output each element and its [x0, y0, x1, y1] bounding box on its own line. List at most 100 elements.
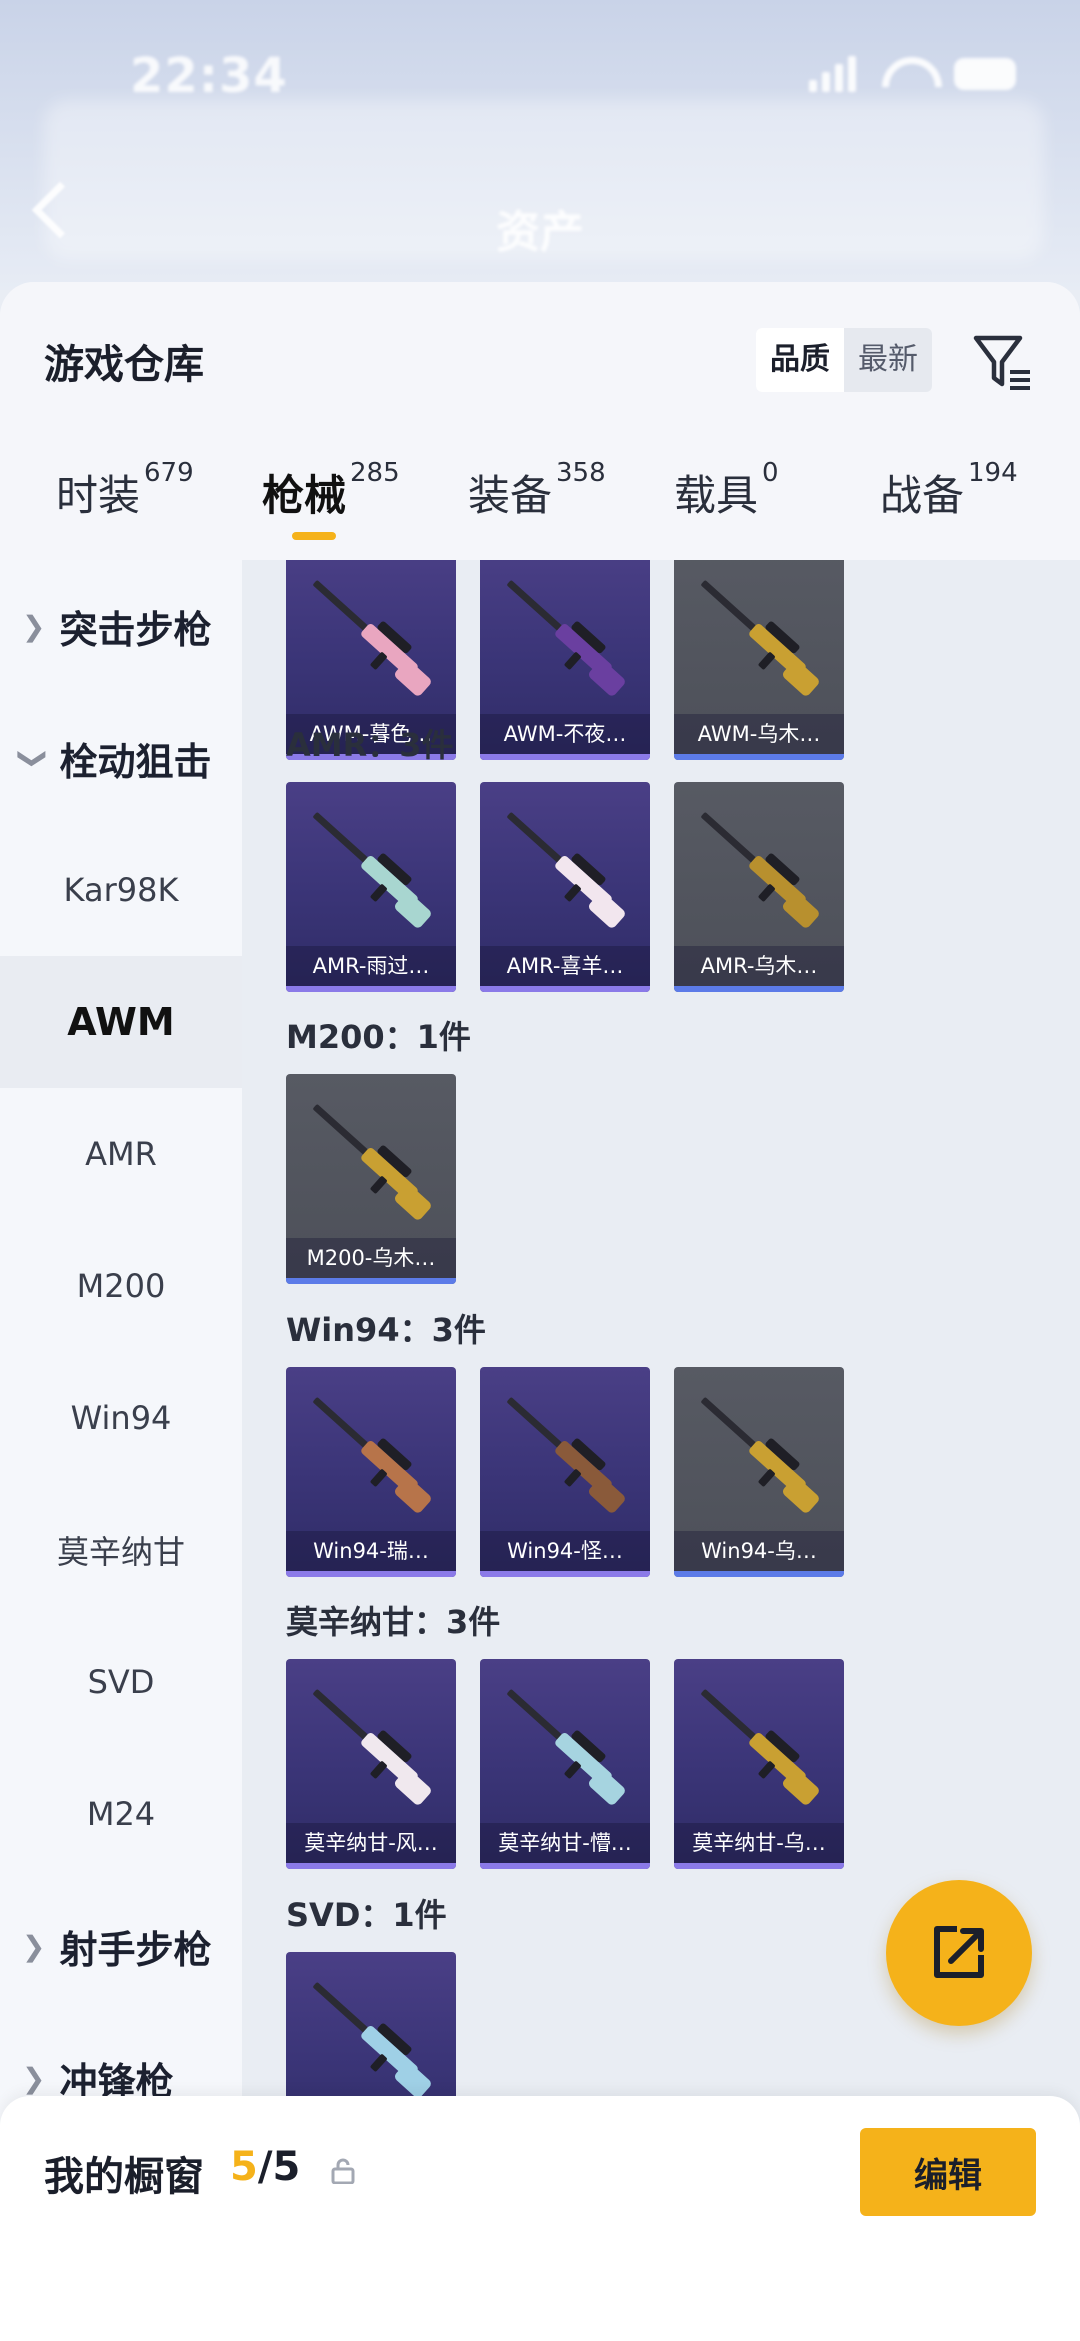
rifle-icon: [507, 812, 625, 928]
sidebar-item-m200[interactable]: M200: [0, 1220, 242, 1352]
sidebar-group-marksman-rifle[interactable]: ❯ 射手步枪: [0, 1880, 242, 2012]
rifle-icon: [701, 580, 819, 696]
weapon-name: AMR-喜羊…: [480, 946, 650, 986]
sheet-header: 游戏仓库 品质 最新 时装 679 枪械 285 装备 358 载具 0 战备 …: [0, 282, 1080, 562]
weapon-name: 莫辛纳甘-懵…: [480, 1823, 650, 1863]
weapon-card[interactable]: Win94-乌…: [674, 1367, 844, 1577]
active-tab-indicator: [292, 532, 336, 540]
tab-count: 679: [144, 458, 194, 488]
share-button[interactable]: [886, 1880, 1032, 2026]
chevron-right-icon: ❯: [22, 609, 46, 643]
weapon-name: AMR-乌木…: [674, 946, 844, 986]
showcase-bar: 我的橱窗 5/5 编辑: [0, 2096, 1080, 2341]
share-icon: [934, 1926, 984, 1978]
weapon-name: Win94-瑞…: [286, 1531, 456, 1571]
tab-supplies[interactable]: 战备 194: [880, 458, 1018, 558]
weapon-name: AMR-雨过…: [286, 946, 456, 986]
sidebar-item-label: 突击步枪: [59, 607, 212, 652]
rifle-icon: [701, 1689, 819, 1805]
rifle-icon: [507, 1689, 625, 1805]
sidebar-item-amr[interactable]: AMR: [0, 1088, 242, 1220]
rarity-bar: [480, 1863, 650, 1869]
sort-newest-option[interactable]: 最新: [844, 328, 932, 392]
rifle-icon: [313, 1104, 431, 1220]
chevron-down-icon: ❯: [17, 746, 51, 770]
sidebar-item-awm[interactable]: AWM: [0, 956, 242, 1088]
sidebar-item-mosin[interactable]: 莫辛纳甘: [0, 1484, 242, 1616]
rarity-bar: [286, 1863, 456, 1869]
rifle-icon: [507, 1397, 625, 1513]
weapon-card[interactable]: AMR-雨过…: [286, 782, 456, 992]
weapon-name: 莫辛纳甘-风…: [286, 1823, 456, 1863]
showcase-title: 我的橱窗: [44, 2154, 204, 2200]
warehouse-sheet: 游戏仓库 品质 最新 时装 679 枪械 285 装备 358 载具 0 战备 …: [0, 282, 1080, 2341]
app-header-background: 22:34 资产: [0, 0, 1080, 290]
tab-label: 载具: [674, 471, 759, 520]
tab-count: 358: [556, 458, 606, 488]
sidebar-item-svd[interactable]: SVD: [0, 1616, 242, 1748]
weapon-name: Win94-乌…: [674, 1531, 844, 1571]
showcase-current: 5: [230, 2144, 258, 2190]
tab-equipment[interactable]: 装备 358: [468, 458, 606, 558]
filter-icon[interactable]: [970, 330, 1034, 394]
weapon-name: M200-乌木…: [286, 1238, 456, 1278]
sidebar-item-m24[interactable]: M24: [0, 1748, 242, 1880]
tab-vehicles[interactable]: 载具 0: [674, 458, 779, 558]
rarity-bar: [674, 1571, 844, 1577]
weapon-card[interactable]: Win94-瑞…: [286, 1367, 456, 1577]
sidebar-item-label: 射手步枪: [59, 1927, 212, 1972]
weapon-name: AWM-乌木…: [674, 714, 844, 754]
weapon-card[interactable]: AWM-乌木…: [674, 560, 844, 760]
tab-firearms[interactable]: 枪械 285: [262, 458, 400, 558]
signal-icon: [809, 56, 856, 92]
weapon-name: Win94-怪…: [480, 1531, 650, 1571]
rifle-icon: [507, 580, 625, 696]
sidebar-item-kar98k[interactable]: Kar98K: [0, 824, 242, 956]
weapon-grid: AWM-暮色… AWM-不夜… AWM-乌木… AMR：3件 AMR-雨过… AMR-喜羊…: [242, 560, 1080, 2341]
weapon-card[interactable]: AMR-乌木…: [674, 782, 844, 992]
rarity-bar: [674, 986, 844, 992]
sidebar-item-label: 栓动狙击: [59, 739, 212, 784]
wifi-icon: [882, 57, 928, 91]
status-time: 22:34: [130, 48, 288, 104]
rarity-bar: [286, 1571, 456, 1577]
chevron-right-icon: ❯: [22, 1929, 46, 1963]
weapon-card[interactable]: Win94-怪…: [480, 1367, 650, 1577]
edit-button[interactable]: 编辑: [860, 2128, 1036, 2216]
sidebar-group-assault-rifle[interactable]: ❯ 突击步枪: [0, 560, 242, 692]
sort-quality-option[interactable]: 品质: [756, 328, 844, 392]
tab-label: 枪械: [262, 471, 347, 520]
rifle-icon: [313, 580, 431, 696]
tab-label: 时装: [56, 471, 141, 520]
section-label: M200：1件: [286, 1018, 471, 1056]
rarity-bar: [286, 986, 456, 992]
chevron-right-icon: ❯: [22, 2061, 46, 2095]
weapon-card[interactable]: M200-乌木…: [286, 1074, 456, 1284]
weapon-type-sidebar: ❯ 突击步枪 ❯ 栓动狙击 Kar98K AWM AMR M200 Win94 莫辛…: [0, 560, 242, 2341]
tab-count: 285: [350, 458, 400, 488]
rifle-icon: [701, 1397, 819, 1513]
section-label: SVD：1件: [286, 1896, 447, 1934]
section-label: AMR：3件: [286, 726, 454, 764]
rarity-bar: [286, 1278, 456, 1284]
rarity-bar: [480, 986, 650, 992]
weapon-name: 莫辛纳甘-乌…: [674, 1823, 844, 1863]
weapon-card[interactable]: 莫辛纳甘-懵…: [480, 1659, 650, 1869]
status-icons: [809, 56, 1016, 92]
tab-costume[interactable]: 时装 679: [56, 458, 194, 558]
category-tabs: 时装 679 枪械 285 装备 358 载具 0 战备 194: [0, 458, 1080, 558]
rifle-icon: [313, 1397, 431, 1513]
rarity-bar: [674, 754, 844, 760]
rarity-bar: [480, 1571, 650, 1577]
sidebar-group-bolt-sniper[interactable]: ❯ 栓动狙击: [0, 692, 242, 824]
weapon-card[interactable]: 莫辛纳甘-风…: [286, 1659, 456, 1869]
tab-count: 194: [968, 458, 1018, 488]
showcase-total: /5: [257, 2144, 301, 2190]
rifle-icon: [313, 812, 431, 928]
section-label: Win94：3件: [286, 1311, 486, 1349]
weapon-card[interactable]: AMR-喜羊…: [480, 782, 650, 992]
section-label: 莫辛纳甘：3件: [286, 1603, 501, 1641]
sidebar-item-win94[interactable]: Win94: [0, 1352, 242, 1484]
weapon-card[interactable]: 莫辛纳甘-乌…: [674, 1659, 844, 1869]
weapon-card[interactable]: AWM-不夜…: [480, 560, 650, 760]
